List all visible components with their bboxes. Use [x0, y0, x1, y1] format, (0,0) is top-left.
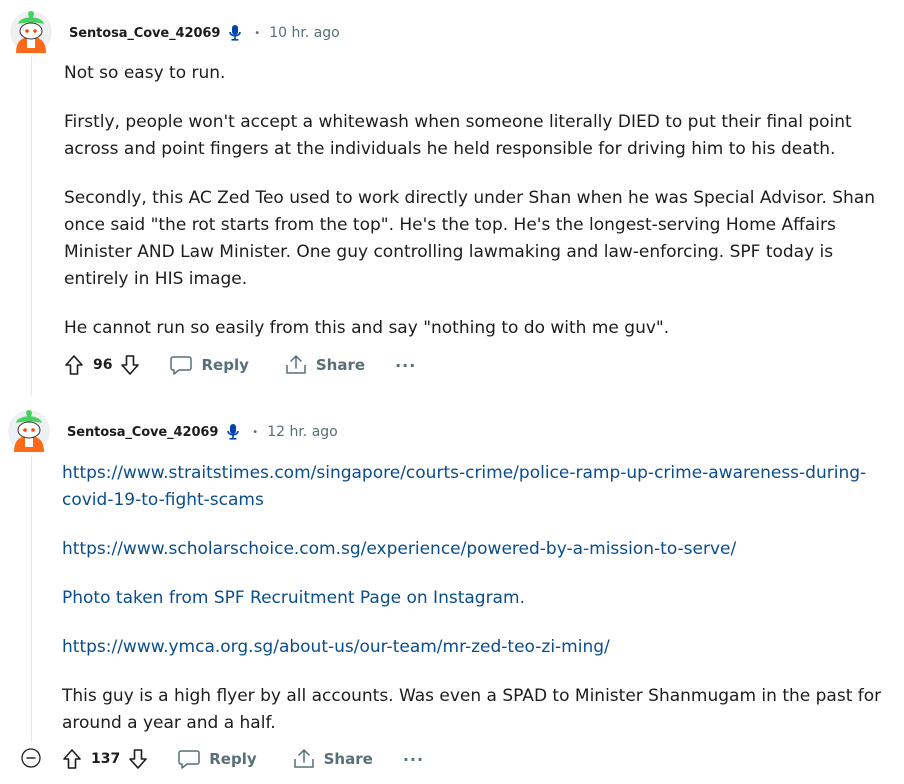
timestamp[interactable]: 12 hr. ago — [267, 424, 338, 440]
comment-paragraph: Firstly, people won't accept a whitewash… — [64, 112, 852, 159]
reply-label: Reply — [209, 750, 257, 768]
timestamp[interactable]: 10 hr. ago — [269, 25, 340, 41]
downvote-button[interactable] — [128, 748, 148, 770]
comment-paragraph: Secondly, this AC Zed Teo used to work d… — [64, 188, 876, 289]
upvote-icon — [63, 749, 81, 769]
comment-body: Not so easy to run. Firstly, people won'… — [64, 60, 882, 342]
comment-meta: Sentosa_Cove_42069 • 12 hr. ago — [67, 421, 338, 443]
upvote-button[interactable] — [64, 354, 84, 376]
thread-line[interactable] — [31, 456, 32, 742]
link[interactable]: https://www.scholarschoice.com.sg/experi… — [62, 539, 736, 559]
upvote-button[interactable] — [62, 748, 82, 770]
comment-paragraph: He cannot run so easily from this and sa… — [64, 318, 670, 338]
avatar[interactable] — [10, 11, 52, 53]
thread-line[interactable] — [31, 56, 32, 396]
share-icon — [286, 355, 306, 374]
link[interactable]: https://www.ymca.org.sg/about-us/our-tea… — [62, 637, 610, 657]
share-button[interactable]: Share — [285, 354, 365, 376]
microphone-icon — [226, 423, 240, 441]
downvote-button[interactable] — [120, 354, 140, 376]
username[interactable]: Sentosa_Cove_42069 — [67, 425, 218, 440]
upvote-icon — [65, 355, 83, 375]
collapse-thread-icon[interactable] — [21, 748, 41, 768]
comment-actions: 96 Reply Share ··· — [64, 349, 416, 381]
vote-count: 137 — [91, 751, 121, 767]
share-label: Share — [315, 356, 366, 374]
comment-paragraph: Photo taken from SPF Recruitment Page on… — [62, 585, 884, 612]
comment-icon — [178, 750, 200, 769]
more-options-button[interactable]: ··· — [395, 356, 416, 375]
share-icon — [293, 749, 314, 768]
vote-count: 96 — [93, 357, 113, 373]
share-button[interactable]: Share — [293, 748, 373, 770]
avatar[interactable] — [8, 410, 50, 452]
separator-dot: • — [254, 27, 261, 39]
comment-paragraph: Not so easy to run. — [64, 63, 226, 83]
share-label: Share — [323, 750, 373, 768]
username[interactable]: Sentosa_Cove_42069 — [69, 26, 220, 41]
reply-button[interactable]: Reply — [178, 749, 257, 769]
downvote-icon — [129, 749, 148, 769]
microphone-icon — [228, 24, 242, 42]
comment-paragraph: https://www.scholarschoice.com.sg/experi… — [62, 536, 884, 563]
comment-icon — [170, 356, 193, 375]
comment-meta: Sentosa_Cove_42069 • 10 hr. ago — [69, 22, 340, 44]
comment-body: https://www.straitstimes.com/singapore/c… — [62, 460, 884, 737]
downvote-icon — [121, 355, 140, 375]
link[interactable]: Photo taken from SPF Recruitment Page on… — [62, 588, 525, 608]
reply-label: Reply — [201, 356, 249, 374]
more-options-button[interactable]: ··· — [403, 750, 424, 769]
comment-paragraph: This guy is a high flyer by all accounts… — [62, 686, 882, 733]
comment-actions: 137 Reply Share ··· — [62, 743, 424, 775]
separator-dot: • — [252, 426, 259, 438]
reply-button[interactable]: Reply — [170, 355, 249, 375]
link[interactable]: https://www.straitstimes.com/singapore/c… — [62, 463, 866, 510]
comment-paragraph: https://www.straitstimes.com/singapore/c… — [62, 460, 884, 514]
comment-paragraph: https://www.ymca.org.sg/about-us/our-tea… — [62, 634, 884, 661]
